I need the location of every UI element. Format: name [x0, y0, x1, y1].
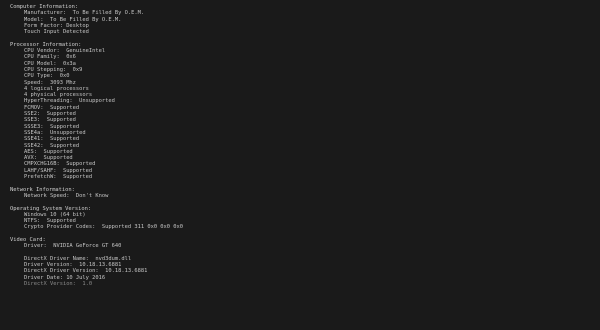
system-information-screen: Computer Information: Manufacturer: To B… [0, 0, 600, 330]
directx-version: DirectX Version: 1.0 [24, 281, 93, 288]
